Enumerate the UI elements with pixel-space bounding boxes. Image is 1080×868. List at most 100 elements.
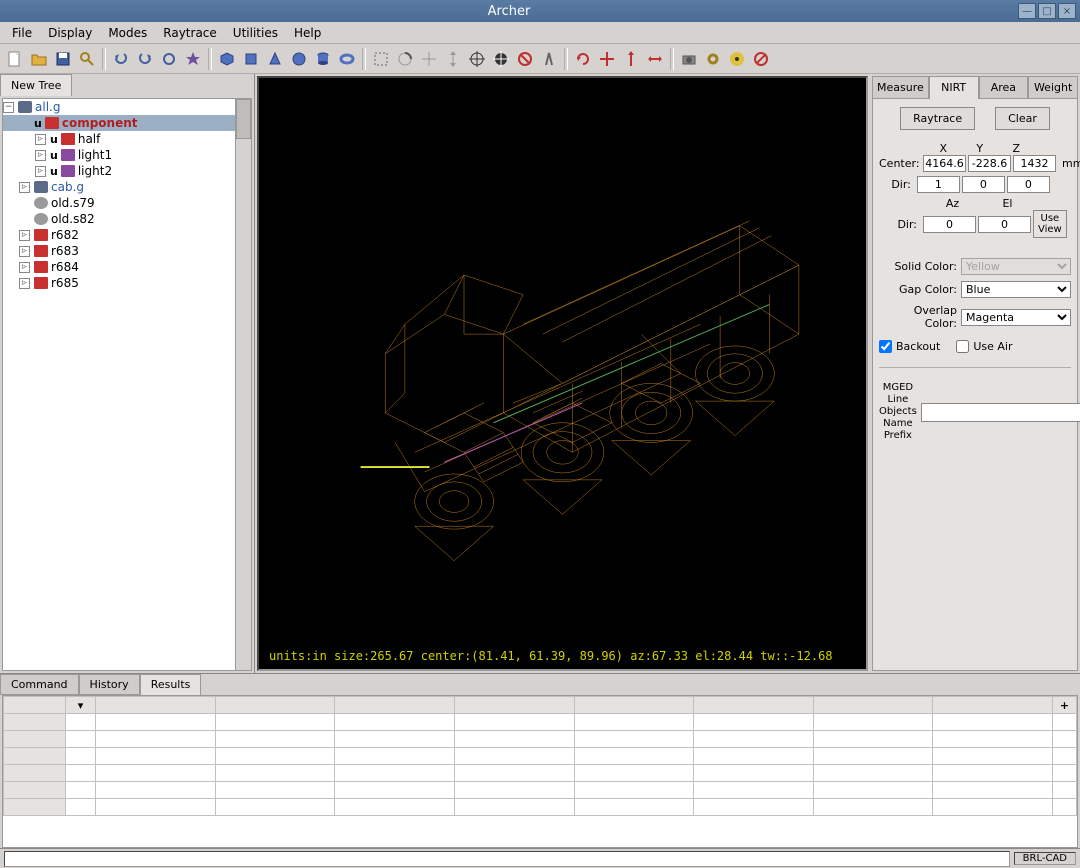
menu-utilities[interactable]: Utilities (225, 24, 286, 42)
add-column-button[interactable]: + (1053, 697, 1077, 714)
camera-icon[interactable] (678, 48, 700, 70)
cylinder-icon[interactable] (312, 48, 334, 70)
az-input[interactable] (923, 216, 976, 233)
center-z-input[interactable] (1013, 155, 1056, 172)
tree-panel: New Tree −all.gucomponent▹uhalf▹ulight1▹… (0, 74, 255, 673)
sphere-icon[interactable] (288, 48, 310, 70)
dir-x-input[interactable] (917, 176, 960, 193)
tree-item[interactable]: ▹uhalf (3, 131, 251, 147)
window-title: Archer (0, 4, 1018, 19)
gap-color-label: Gap Color: (879, 283, 961, 296)
move-red-icon[interactable] (596, 48, 618, 70)
save-icon[interactable] (52, 48, 74, 70)
right-panel: Measure NIRT Area Weight Raytrace Clear … (870, 74, 1080, 673)
center-x-input[interactable] (923, 155, 966, 172)
menu-help[interactable]: Help (286, 24, 329, 42)
tree-scrollbar[interactable] (235, 99, 251, 670)
mged-label: MGED Line ObjectsName Prefix (879, 382, 917, 442)
x-header: X (925, 142, 962, 155)
tab-weight[interactable]: Weight (1028, 76, 1078, 99)
tab-history[interactable]: History (79, 674, 140, 695)
no-target-icon[interactable] (514, 48, 536, 70)
scale-red-icon[interactable] (620, 48, 642, 70)
menubar: File Display Modes Raytrace Utilities He… (0, 22, 1080, 44)
tree-item[interactable]: old.s79 (3, 195, 251, 211)
useair-checkbox[interactable]: Use Air (956, 340, 1012, 353)
tree-item[interactable]: ▹r683 (3, 243, 251, 259)
torus-icon[interactable] (336, 48, 358, 70)
mged-prefix-input[interactable] (921, 403, 1080, 422)
toolbar (0, 44, 1080, 74)
clear-button[interactable]: Clear (995, 107, 1050, 130)
forbidden-icon[interactable] (750, 48, 772, 70)
tree-item[interactable]: ▹r682 (3, 227, 251, 243)
target2-icon[interactable] (490, 48, 512, 70)
use-view-button[interactable]: UseView (1033, 210, 1067, 238)
tree[interactable]: −all.gucomponent▹uhalf▹ulight1▹ulight2▹c… (3, 99, 251, 291)
menu-modes[interactable]: Modes (100, 24, 155, 42)
new-icon[interactable] (4, 48, 26, 70)
y-header: Y (962, 142, 999, 155)
viewport-status: units:in size:265.67 center:(81.41, 61.3… (269, 649, 833, 663)
command-input[interactable] (4, 851, 1010, 867)
search-icon[interactable] (76, 48, 98, 70)
menu-display[interactable]: Display (40, 24, 100, 42)
viewport[interactable]: units:in size:265.67 center:(81.41, 61.3… (257, 76, 868, 671)
refresh-icon[interactable] (572, 48, 594, 70)
cone-icon[interactable] (264, 48, 286, 70)
tab-measure[interactable]: Measure (872, 76, 929, 99)
move-icon[interactable] (418, 48, 440, 70)
tab-results[interactable]: Results (140, 674, 202, 695)
center-label: Center: (879, 157, 921, 170)
center-y-input[interactable] (968, 155, 1011, 172)
bottom-panel: Command History Results ▾ + (0, 673, 1080, 848)
compass-icon[interactable] (538, 48, 560, 70)
tree-item[interactable]: −all.g (3, 99, 251, 115)
tree-item[interactable]: ▹r685 (3, 275, 251, 291)
radiation-icon[interactable] (726, 48, 748, 70)
z-header: Z (998, 142, 1035, 155)
gear-icon[interactable] (702, 48, 724, 70)
azel-dir-label: Dir: (879, 218, 921, 231)
scale-icon[interactable] (442, 48, 464, 70)
box-icon[interactable] (240, 48, 262, 70)
overlap-color-select[interactable]: Magenta (961, 309, 1071, 326)
raytrace-button[interactable]: Raytrace (900, 107, 975, 130)
tree-item[interactable]: ▹r684 (3, 259, 251, 275)
tab-command[interactable]: Command (0, 674, 79, 695)
redo-icon[interactable] (134, 48, 156, 70)
cycle-icon[interactable] (158, 48, 180, 70)
dir-y-input[interactable] (962, 176, 1005, 193)
menu-raytrace[interactable]: Raytrace (155, 24, 225, 42)
el-input[interactable] (978, 216, 1031, 233)
el-header: El (980, 197, 1035, 210)
unit-label: mm (1058, 157, 1080, 170)
tab-area[interactable]: Area (979, 76, 1029, 99)
minimize-button[interactable]: — (1018, 3, 1036, 19)
tree-item[interactable]: old.s82 (3, 211, 251, 227)
tree-item[interactable]: ▹ulight2 (3, 163, 251, 179)
cube-icon[interactable] (216, 48, 238, 70)
tree-item[interactable]: ▹ulight1 (3, 147, 251, 163)
tab-nirt[interactable]: NIRT (929, 76, 979, 99)
results-sheet[interactable]: ▾ + (2, 695, 1078, 848)
tree-item[interactable]: ucomponent (3, 115, 251, 131)
open-icon[interactable] (28, 48, 50, 70)
gap-color-select[interactable]: Blue (961, 281, 1071, 298)
undo-icon[interactable] (110, 48, 132, 70)
backout-checkbox[interactable]: Backout (879, 340, 940, 353)
solid-color-select[interactable]: Yellow (961, 258, 1071, 275)
tree-tab[interactable]: New Tree (0, 74, 72, 96)
titlebar: Archer — □ × (0, 0, 1080, 22)
expand-red-icon[interactable] (644, 48, 666, 70)
wizard-icon[interactable] (182, 48, 204, 70)
menu-file[interactable]: File (4, 24, 40, 42)
close-button[interactable]: × (1058, 3, 1076, 19)
select-icon[interactable] (370, 48, 392, 70)
target-icon[interactable] (466, 48, 488, 70)
dir-z-input[interactable] (1007, 176, 1050, 193)
tree-item[interactable]: ▹cab.g (3, 179, 251, 195)
rotate-icon[interactable] (394, 48, 416, 70)
maximize-button[interactable]: □ (1038, 3, 1056, 19)
statusbar: BRL-CAD (0, 848, 1080, 868)
